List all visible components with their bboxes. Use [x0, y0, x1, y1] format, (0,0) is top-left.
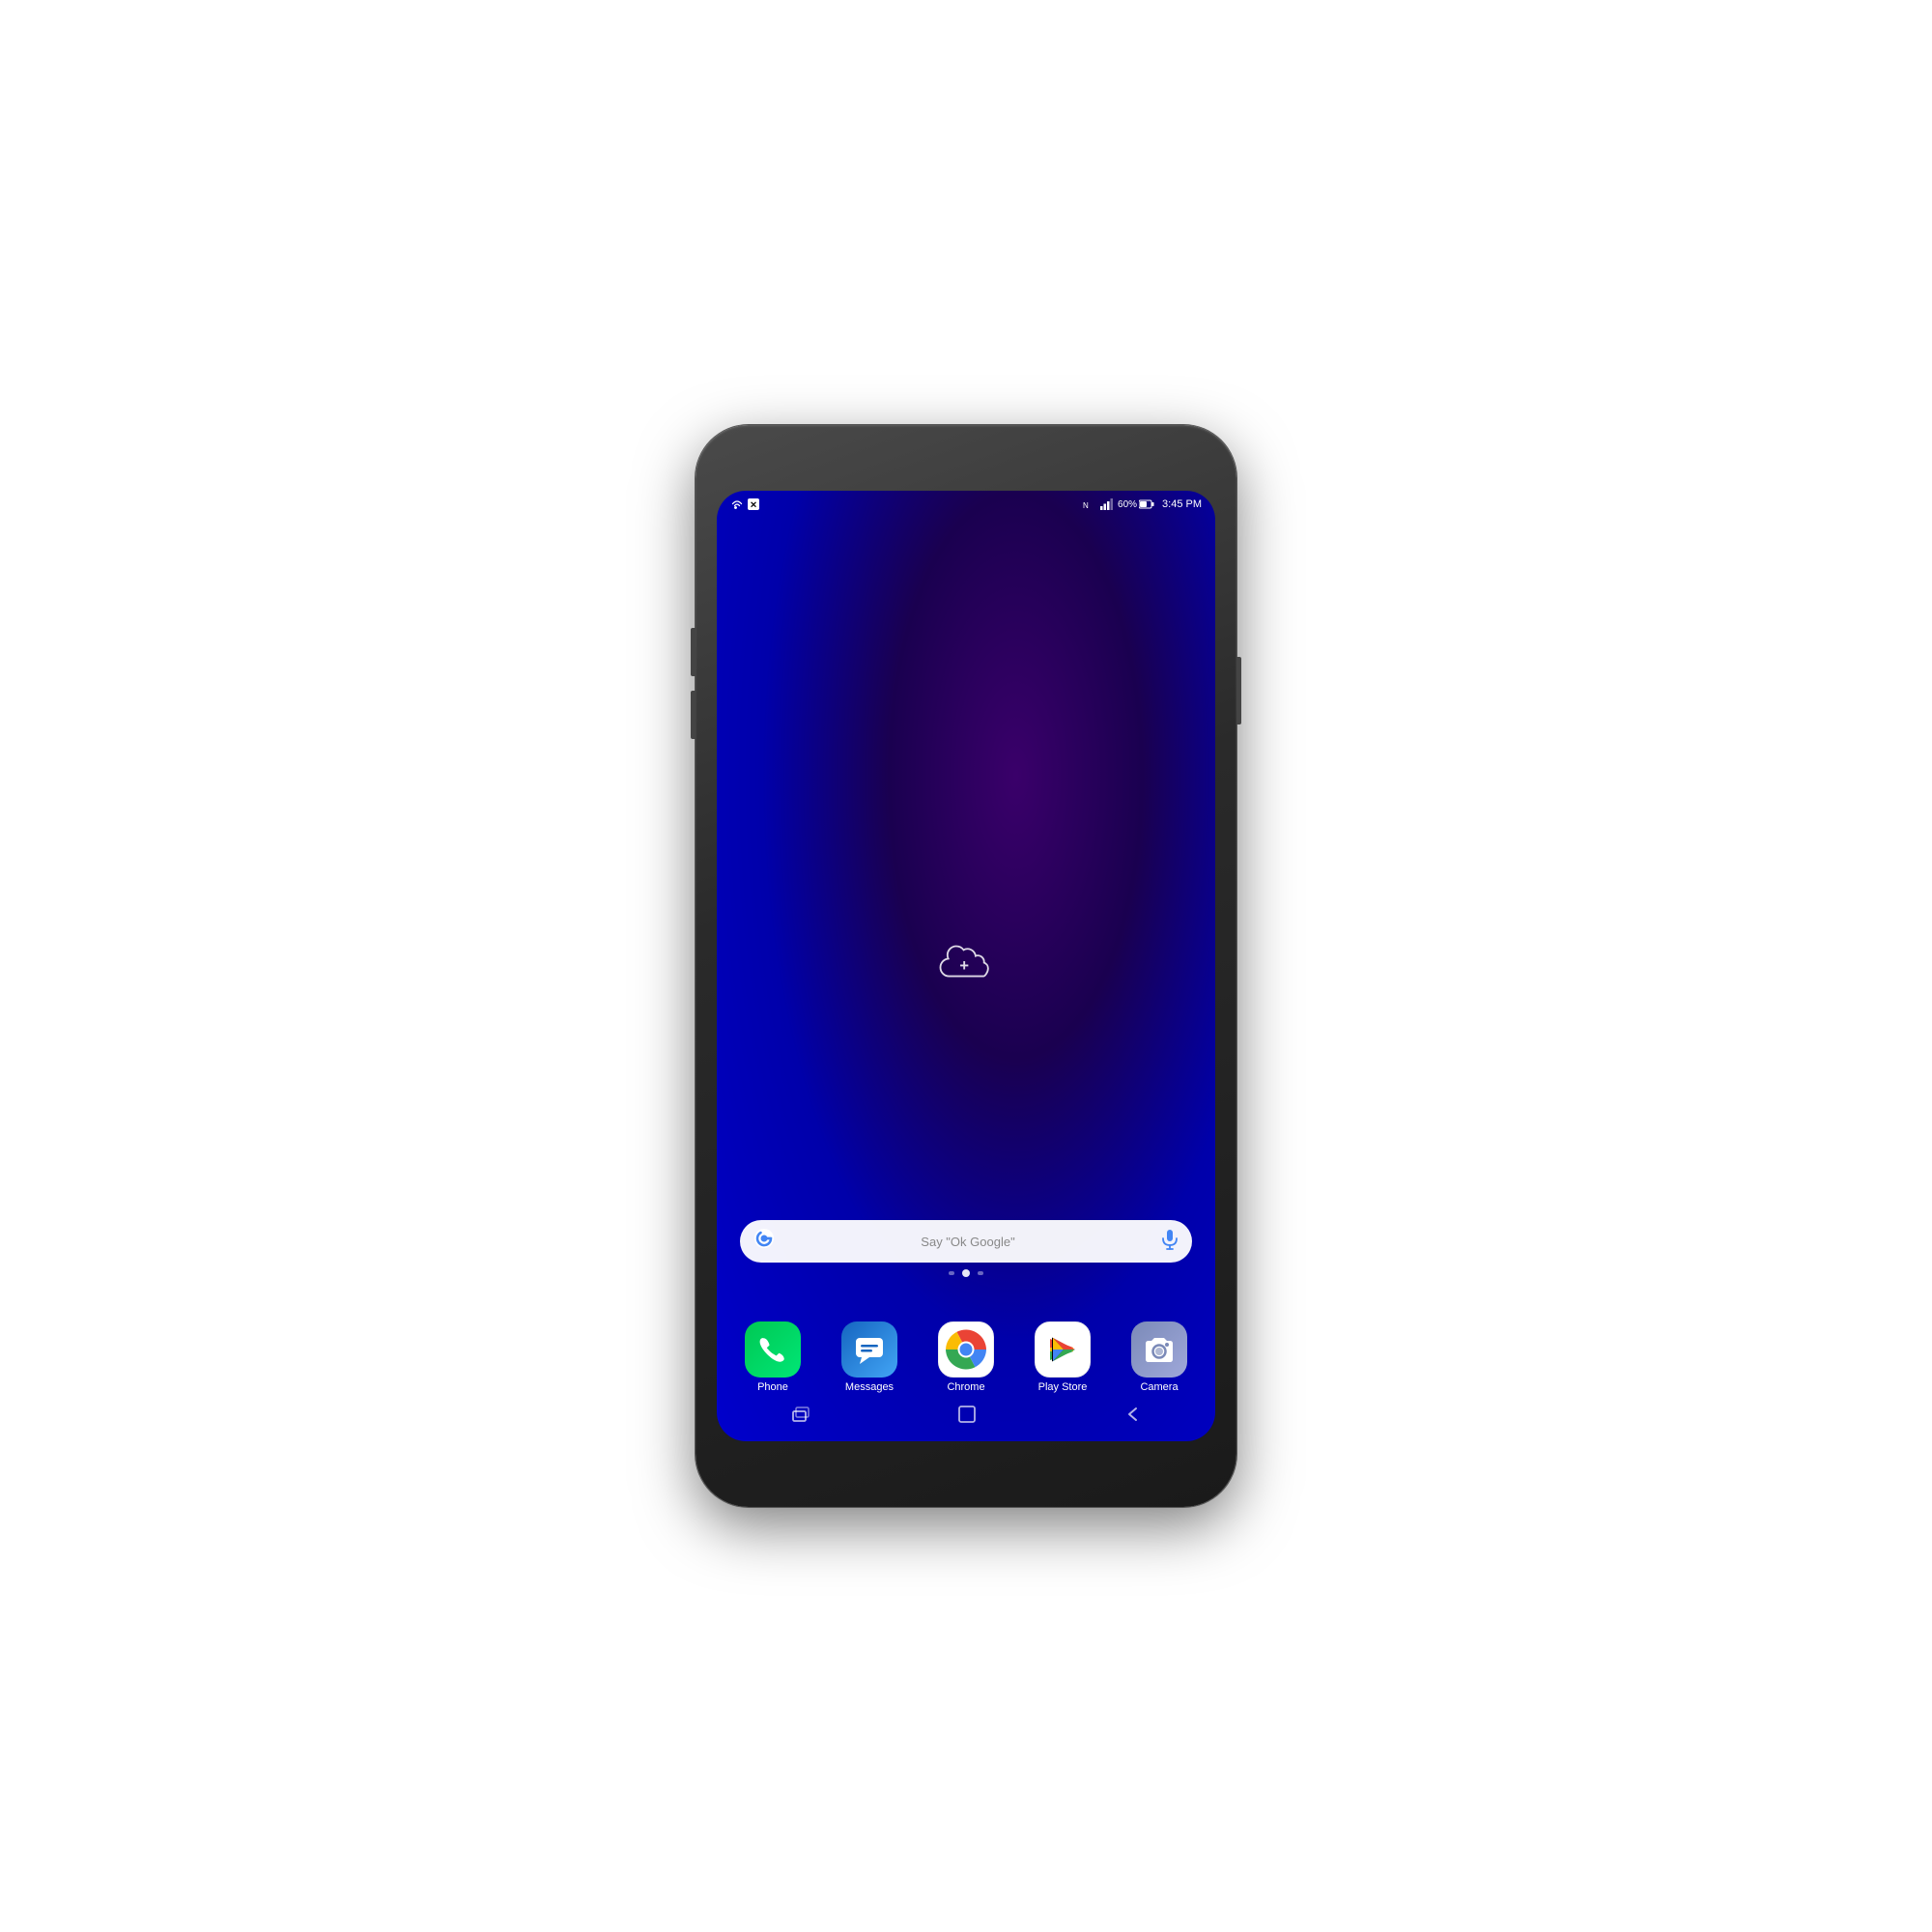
- page-dot-1: [949, 1271, 954, 1275]
- camera-app[interactable]: Camera: [1121, 1321, 1198, 1393]
- cloud-upload-icon: +: [935, 943, 997, 985]
- back-button[interactable]: [1122, 1406, 1142, 1428]
- battery-icon: [1139, 499, 1154, 509]
- camera-app-icon[interactable]: [1131, 1321, 1187, 1378]
- page-indicators: [949, 1269, 983, 1277]
- phone-screen: ✕ N 60%: [717, 491, 1215, 1441]
- search-placeholder: Say "Ok Google": [784, 1235, 1151, 1249]
- page-dot-3: [978, 1271, 983, 1275]
- svg-text:✕: ✕: [750, 500, 757, 510]
- status-right-icons: N 60%: [1083, 498, 1202, 510]
- messages-app-icon[interactable]: [841, 1321, 897, 1378]
- navigation-bar: [717, 1399, 1215, 1434]
- google-logo: [753, 1228, 775, 1255]
- play-store-app-icon[interactable]: [1035, 1321, 1091, 1378]
- home-button[interactable]: [957, 1405, 977, 1429]
- phone-app[interactable]: Phone: [734, 1321, 811, 1393]
- status-bar: ✕ N 60%: [717, 491, 1215, 518]
- notification-x-icon: ✕: [748, 498, 759, 510]
- app-dock: Phone Messages: [717, 1321, 1215, 1393]
- play-store-app[interactable]: Play Store: [1024, 1321, 1101, 1393]
- svg-text:N: N: [1083, 501, 1089, 509]
- chrome-app-icon[interactable]: [938, 1321, 994, 1378]
- phone-app-label: Phone: [757, 1381, 788, 1393]
- volume-down-button[interactable]: [691, 691, 696, 739]
- power-button[interactable]: [1236, 657, 1241, 724]
- camera-app-label: Camera: [1140, 1381, 1178, 1393]
- chrome-app[interactable]: Chrome: [927, 1321, 1005, 1393]
- volume-up-button[interactable]: [691, 628, 696, 676]
- svg-text:+: +: [959, 957, 969, 975]
- phone-device: ✕ N 60%: [696, 425, 1236, 1507]
- battery-indicator: 60%: [1118, 499, 1154, 510]
- microphone-icon[interactable]: [1161, 1229, 1179, 1255]
- wifi-icon: [730, 498, 744, 510]
- google-search-bar[interactable]: Say "Ok Google": [740, 1220, 1192, 1263]
- phone-body: ✕ N 60%: [696, 425, 1236, 1507]
- nfc-icon: N: [1083, 499, 1096, 509]
- play-store-app-label: Play Store: [1038, 1381, 1088, 1393]
- clock-time: 3:45 PM: [1162, 498, 1202, 510]
- status-left-icons: ✕: [730, 498, 759, 510]
- page-dot-2: [962, 1269, 970, 1277]
- phone-app-icon[interactable]: [745, 1321, 801, 1378]
- messages-app-label: Messages: [845, 1381, 894, 1393]
- chrome-app-label: Chrome: [947, 1381, 984, 1393]
- messages-app[interactable]: Messages: [831, 1321, 908, 1393]
- signal-icon: [1100, 498, 1114, 510]
- battery-percent: 60%: [1118, 499, 1137, 510]
- recent-apps-button[interactable]: [790, 1406, 811, 1428]
